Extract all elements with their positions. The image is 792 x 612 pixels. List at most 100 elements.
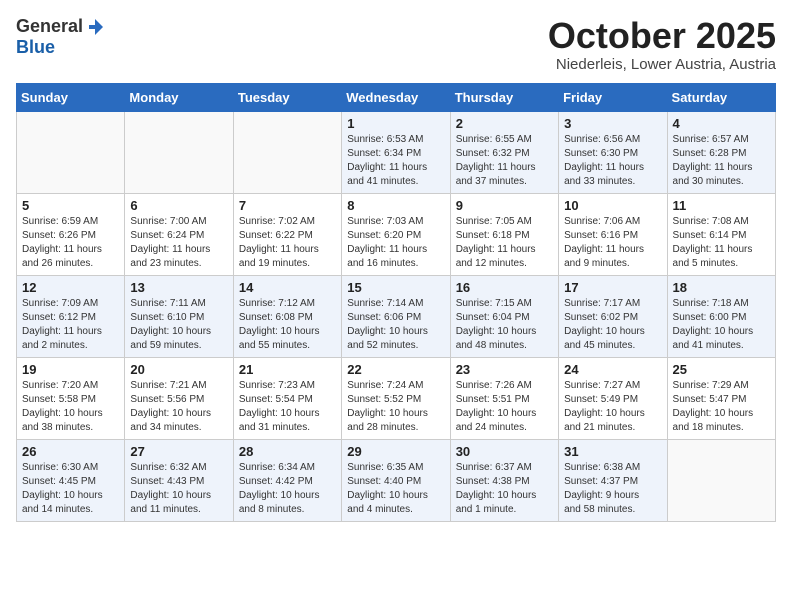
weekday-header-row: SundayMondayTuesdayWednesdayThursdayFrid… — [17, 83, 776, 111]
weekday-header-wednesday: Wednesday — [342, 83, 450, 111]
day-info: Sunrise: 6:57 AM Sunset: 6:28 PM Dayligh… — [673, 133, 770, 189]
calendar-cell: 7 Sunrise: 7:02 AM Sunset: 6:22 PM Daylig… — [233, 193, 341, 275]
day-info: Sunrise: 7:18 AM Sunset: 6:00 PM Dayligh… — [673, 297, 770, 353]
day-number: 30 — [456, 444, 553, 459]
day-number: 17 — [564, 280, 661, 295]
day-info: Sunrise: 6:32 AM Sunset: 4:43 PM Dayligh… — [130, 461, 227, 517]
day-number: 3 — [564, 116, 661, 131]
day-info: Sunrise: 6:30 AM Sunset: 4:45 PM Dayligh… — [22, 461, 119, 517]
day-info: Sunrise: 7:00 AM Sunset: 6:24 PM Dayligh… — [130, 215, 227, 271]
calendar-cell: 27 Sunrise: 6:32 AM Sunset: 4:43 PM Dayli… — [125, 439, 233, 521]
day-number: 12 — [22, 280, 119, 295]
calendar-week-row: 1Sunrise: 6:53 AM Sunset: 6:34 PM Daylig… — [17, 111, 776, 193]
day-number: 24 — [564, 362, 661, 377]
calendar-cell: 9 Sunrise: 7:05 AM Sunset: 6:18 PM Daylig… — [450, 193, 558, 275]
calendar-cell: 19Sunrise: 7:20 AM Sunset: 5:58 PM Dayli… — [17, 357, 125, 439]
calendar-cell: 31 Sunrise: 6:38 AM Sunset: 4:37 PM Dayli… — [559, 439, 667, 521]
calendar-cell: 29 Sunrise: 6:35 AM Sunset: 4:40 PM Dayli… — [342, 439, 450, 521]
day-number: 14 — [239, 280, 336, 295]
calendar-cell: 22Sunrise: 7:24 AM Sunset: 5:52 PM Dayli… — [342, 357, 450, 439]
day-number: 23 — [456, 362, 553, 377]
calendar-table: SundayMondayTuesdayWednesdayThursdayFrid… — [16, 83, 776, 522]
day-number: 2 — [456, 116, 553, 131]
day-number: 18 — [673, 280, 770, 295]
day-info: Sunrise: 7:12 AM Sunset: 6:08 PM Dayligh… — [239, 297, 336, 353]
calendar-cell: 20 Sunrise: 7:21 AM Sunset: 5:56 PM Dayli… — [125, 357, 233, 439]
logo-blue-text: Blue — [16, 37, 55, 58]
title-block: October 2025 Niederleis, Lower Austria, … — [548, 16, 776, 73]
day-number: 5 — [22, 198, 119, 213]
calendar-cell: 3 Sunrise: 6:56 AM Sunset: 6:30 PM Daylig… — [559, 111, 667, 193]
weekday-header-saturday: Saturday — [667, 83, 775, 111]
calendar-week-row: 26 Sunrise: 6:30 AM Sunset: 4:45 PM Dayli… — [17, 439, 776, 521]
day-info: Sunrise: 7:03 AM Sunset: 6:20 PM Dayligh… — [347, 215, 444, 271]
day-info: Sunrise: 7:02 AM Sunset: 6:22 PM Dayligh… — [239, 215, 336, 271]
day-number: 15 — [347, 280, 444, 295]
day-number: 28 — [239, 444, 336, 459]
calendar-cell: 5 Sunrise: 6:59 AM Sunset: 6:26 PM Daylig… — [17, 193, 125, 275]
day-info: Sunrise: 6:59 AM Sunset: 6:26 PM Dayligh… — [22, 215, 119, 271]
day-number: 1 — [347, 116, 444, 131]
logo-icon — [85, 17, 105, 37]
day-info: Sunrise: 7:26 AM Sunset: 5:51 PM Dayligh… — [456, 379, 553, 435]
day-info: Sunrise: 7:17 AM Sunset: 6:02 PM Dayligh… — [564, 297, 661, 353]
day-info: Sunrise: 7:05 AM Sunset: 6:18 PM Dayligh… — [456, 215, 553, 271]
day-number: 20 — [130, 362, 227, 377]
day-number: 27 — [130, 444, 227, 459]
weekday-header-sunday: Sunday — [17, 83, 125, 111]
calendar-cell — [233, 111, 341, 193]
page-header: General Blue October 2025 Niederleis, Lo… — [16, 16, 776, 73]
calendar-cell: 30 Sunrise: 6:37 AM Sunset: 4:38 PM Dayli… — [450, 439, 558, 521]
calendar-cell: 15 Sunrise: 7:14 AM Sunset: 6:06 PM Dayli… — [342, 275, 450, 357]
calendar-cell: 24 Sunrise: 7:27 AM Sunset: 5:49 PM Dayli… — [559, 357, 667, 439]
calendar-cell: 4 Sunrise: 6:57 AM Sunset: 6:28 PM Daylig… — [667, 111, 775, 193]
day-number: 7 — [239, 198, 336, 213]
day-number: 29 — [347, 444, 444, 459]
calendar-cell: 1Sunrise: 6:53 AM Sunset: 6:34 PM Daylig… — [342, 111, 450, 193]
calendar-cell: 25 Sunrise: 7:29 AM Sunset: 5:47 PM Dayli… — [667, 357, 775, 439]
day-number: 25 — [673, 362, 770, 377]
day-info: Sunrise: 7:15 AM Sunset: 6:04 PM Dayligh… — [456, 297, 553, 353]
day-info: Sunrise: 6:55 AM Sunset: 6:32 PM Dayligh… — [456, 133, 553, 189]
weekday-header-thursday: Thursday — [450, 83, 558, 111]
day-number: 11 — [673, 198, 770, 213]
location-subtitle: Niederleis, Lower Austria, Austria — [548, 56, 776, 73]
day-info: Sunrise: 7:06 AM Sunset: 6:16 PM Dayligh… — [564, 215, 661, 271]
day-info: Sunrise: 7:29 AM Sunset: 5:47 PM Dayligh… — [673, 379, 770, 435]
day-info: Sunrise: 6:35 AM Sunset: 4:40 PM Dayligh… — [347, 461, 444, 517]
day-info: Sunrise: 6:34 AM Sunset: 4:42 PM Dayligh… — [239, 461, 336, 517]
weekday-header-monday: Monday — [125, 83, 233, 111]
calendar-cell: 17 Sunrise: 7:17 AM Sunset: 6:02 PM Dayli… — [559, 275, 667, 357]
weekday-header-tuesday: Tuesday — [233, 83, 341, 111]
day-number: 9 — [456, 198, 553, 213]
day-info: Sunrise: 6:56 AM Sunset: 6:30 PM Dayligh… — [564, 133, 661, 189]
day-number: 26 — [22, 444, 119, 459]
day-info: Sunrise: 6:37 AM Sunset: 4:38 PM Dayligh… — [456, 461, 553, 517]
day-info: Sunrise: 7:14 AM Sunset: 6:06 PM Dayligh… — [347, 297, 444, 353]
day-number: 16 — [456, 280, 553, 295]
day-info: Sunrise: 7:24 AM Sunset: 5:52 PM Dayligh… — [347, 379, 444, 435]
day-number: 8 — [347, 198, 444, 213]
day-number: 4 — [673, 116, 770, 131]
day-info: Sunrise: 7:20 AM Sunset: 5:58 PM Dayligh… — [22, 379, 119, 435]
month-title: October 2025 — [548, 16, 776, 56]
logo: General Blue — [16, 16, 105, 58]
calendar-cell: 14 Sunrise: 7:12 AM Sunset: 6:08 PM Dayli… — [233, 275, 341, 357]
weekday-header-friday: Friday — [559, 83, 667, 111]
day-number: 31 — [564, 444, 661, 459]
calendar-cell — [667, 439, 775, 521]
day-info: Sunrise: 7:11 AM Sunset: 6:10 PM Dayligh… — [130, 297, 227, 353]
day-info: Sunrise: 7:09 AM Sunset: 6:12 PM Dayligh… — [22, 297, 119, 353]
calendar-cell: 12 Sunrise: 7:09 AM Sunset: 6:12 PM Dayli… — [17, 275, 125, 357]
day-info: Sunrise: 6:38 AM Sunset: 4:37 PM Dayligh… — [564, 461, 661, 517]
calendar-cell — [125, 111, 233, 193]
calendar-cell: 18 Sunrise: 7:18 AM Sunset: 6:00 PM Dayli… — [667, 275, 775, 357]
calendar-cell: 2 Sunrise: 6:55 AM Sunset: 6:32 PM Daylig… — [450, 111, 558, 193]
calendar-cell: 10Sunrise: 7:06 AM Sunset: 6:16 PM Dayli… — [559, 193, 667, 275]
day-number: 21 — [239, 362, 336, 377]
day-info: Sunrise: 7:27 AM Sunset: 5:49 PM Dayligh… — [564, 379, 661, 435]
calendar-cell: 8 Sunrise: 7:03 AM Sunset: 6:20 PM Daylig… — [342, 193, 450, 275]
day-info: Sunrise: 7:21 AM Sunset: 5:56 PM Dayligh… — [130, 379, 227, 435]
calendar-cell: 23 Sunrise: 7:26 AM Sunset: 5:51 PM Dayli… — [450, 357, 558, 439]
calendar-cell: 13Sunrise: 7:11 AM Sunset: 6:10 PM Dayli… — [125, 275, 233, 357]
